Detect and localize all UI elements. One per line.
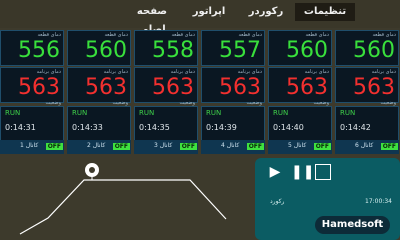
status-label: وضعیت <box>112 100 129 106</box>
status-cell: وضعیت RUN 0:14:31 <box>0 100 64 142</box>
part-temp-value: 560 <box>286 38 328 63</box>
channel-column-4: دمای قطعه 557 دمای برنامه 563 وضعیت RUN 0:14:3… <box>201 30 265 158</box>
part-temp-value: 558 <box>152 38 194 63</box>
elapsed-time: 0:14:35 <box>139 123 170 132</box>
part-temp-cell: دمای قطعه 560 <box>268 30 332 66</box>
status-cell: وضعیت RUN 0:14:33 <box>67 100 131 142</box>
part-temp-cell: دمای قطعه 560 <box>335 30 399 66</box>
channel-label: 1 کانال <box>20 142 39 149</box>
program-temp-cell: دمای برنامه 563 <box>0 67 64 103</box>
channel-label: 2 کانال <box>87 142 106 149</box>
hamedsoft-logo: Hamedsoft <box>315 216 390 234</box>
channel-footer: 5 کانال OFF <box>268 140 332 154</box>
elapsed-time: 0:14:40 <box>273 123 304 132</box>
status-label: وضعیت <box>45 100 62 106</box>
status-value: RUN <box>340 109 356 117</box>
channel-label: 6 کانال <box>355 142 374 149</box>
channel-columns: دمای قطعه 556 دمای برنامه 563 وضعیت RUN 0:14:3… <box>0 30 400 158</box>
status-cell: وضعیت RUN 0:14:40 <box>268 100 332 142</box>
status-label: وضعیت <box>246 100 263 106</box>
program-temp-cell: دمای برنامه 563 <box>201 67 265 103</box>
channel-footer: 3 کانال OFF <box>134 140 198 154</box>
program-temp-value: 563 <box>152 75 194 100</box>
status-value: RUN <box>72 109 88 117</box>
program-temp-value: 563 <box>85 75 127 100</box>
program-temp-value: 563 <box>353 75 395 100</box>
channel-column-5: دمای قطعه 560 دمای برنامه 563 وضعیت RUN 0:14:4… <box>268 30 332 158</box>
channel-footer: 4 کانال OFF <box>201 140 265 154</box>
channel-toggle[interactable]: OFF <box>45 143 63 150</box>
channel-label: 4 کانال <box>221 142 240 149</box>
part-temp-value: 557 <box>219 38 261 63</box>
status-cell: وضعیت RUN 0:14:39 <box>201 100 265 142</box>
channel-column-1: دمای قطعه 556 دمای برنامه 563 وضعیت RUN 0:14:3… <box>0 30 64 158</box>
status-label: وضعیت <box>380 100 397 106</box>
nav-home[interactable]: صفحه اصلی <box>124 3 180 35</box>
channel-toggle[interactable]: OFF <box>112 143 130 150</box>
nav-recorder[interactable]: رکوردر <box>238 3 294 21</box>
part-temp-value: 560 <box>353 38 395 63</box>
elapsed-time: 0:14:33 <box>72 123 103 132</box>
part-temp-cell: دمای قطعه 558 <box>134 30 198 66</box>
top-navigation-bar: صفحه اصلی اپراتور رکوردر تنظیمات <box>0 0 400 35</box>
status-value: RUN <box>273 109 289 117</box>
stop-icon[interactable] <box>315 164 331 180</box>
channel-column-2: دمای قطعه 560 دمای برنامه 563 وضعیت RUN 0:14:3… <box>67 30 131 158</box>
program-temp-cell: دمای برنامه 563 <box>268 67 332 103</box>
program-temp-cell: دمای برنامه 563 <box>134 67 198 103</box>
part-temp-value: 560 <box>85 38 127 63</box>
elapsed-time: 0:14:39 <box>206 123 237 132</box>
play-icon[interactable]: ▶ <box>267 164 283 180</box>
program-temp-cell: دمای برنامه 563 <box>335 67 399 103</box>
nav-settings[interactable]: تنظیمات <box>295 3 355 21</box>
channel-toggle[interactable]: OFF <box>380 143 398 150</box>
nav-operator[interactable]: اپراتور <box>181 3 237 21</box>
channel-footer: 2 کانال OFF <box>67 140 131 154</box>
channel-footer: 6 کانال OFF <box>335 140 399 154</box>
program-temp-value: 563 <box>286 75 328 100</box>
record-time: 17:00:34 <box>365 198 392 205</box>
part-temp-cell: دمای قطعه 556 <box>0 30 64 66</box>
part-temp-cell: دمای قطعه 560 <box>67 30 131 66</box>
part-temp-value: 556 <box>18 38 60 63</box>
temperature-profile <box>19 163 227 235</box>
elapsed-time: 0:14:31 <box>5 123 36 132</box>
channel-toggle[interactable]: OFF <box>246 143 264 150</box>
status-label: وضعیت <box>179 100 196 106</box>
channel-column-3: دمای قطعه 558 دمای برنامه 563 وضعیت RUN 0:14:3… <box>134 30 198 158</box>
channel-column-6: دمای قطعه 560 دمای برنامه 563 وضعیت RUN 0:14:4… <box>335 30 399 158</box>
pause-icon[interactable]: ❚❚ <box>291 164 314 180</box>
status-cell: وضعیت RUN 0:14:35 <box>134 100 198 142</box>
part-temp-cell: دمای قطعه 557 <box>201 30 265 66</box>
status-value: RUN <box>139 109 155 117</box>
program-temp-cell: دمای برنامه 563 <box>67 67 131 103</box>
elapsed-time: 0:14:42 <box>340 123 371 132</box>
status-value: RUN <box>5 109 21 117</box>
status-label: وضعیت <box>313 100 330 106</box>
channel-toggle[interactable]: OFF <box>179 143 197 150</box>
channel-label: 3 کانال <box>154 142 173 149</box>
record-label: رکورد <box>270 198 285 205</box>
record-panel: ▶ ❚❚ رکورد 17:00:34 Hamedsoft <box>255 158 400 240</box>
channel-footer: 1 کانال OFF <box>0 140 64 154</box>
status-cell: وضعیت RUN 0:14:42 <box>335 100 399 142</box>
status-value: RUN <box>206 109 222 117</box>
program-temp-value: 563 <box>219 75 261 100</box>
channel-label: 5 کانال <box>288 142 307 149</box>
channel-toggle[interactable]: OFF <box>313 143 331 150</box>
program-temp-value: 563 <box>18 75 60 100</box>
